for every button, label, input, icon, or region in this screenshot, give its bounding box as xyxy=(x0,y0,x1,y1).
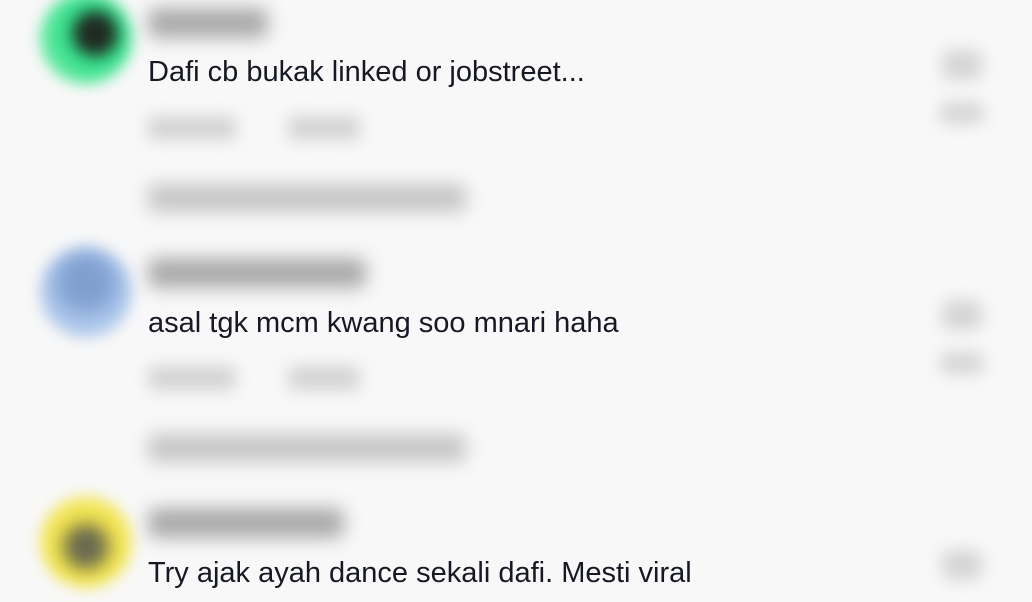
heart-icon[interactable] xyxy=(942,300,982,330)
comment-username[interactable] xyxy=(148,508,344,538)
avatar[interactable] xyxy=(40,496,132,588)
comment-text: Dafi cb bukak linked or jobstreet... xyxy=(148,56,585,88)
comment-timestamp xyxy=(148,366,236,390)
comment-username[interactable] xyxy=(148,8,268,38)
reply-button[interactable] xyxy=(288,366,360,390)
avatar[interactable] xyxy=(40,0,132,84)
comment-username[interactable] xyxy=(148,258,366,288)
comment-text: Try ajak ayah dance sekali dafi. Mesti v… xyxy=(148,557,692,589)
like-count xyxy=(940,102,984,124)
view-replies-link[interactable] xyxy=(148,184,466,212)
comment-timestamp xyxy=(148,116,236,140)
heart-icon[interactable] xyxy=(942,550,982,580)
like-count xyxy=(940,352,984,374)
view-replies-link[interactable] xyxy=(148,434,466,462)
avatar[interactable] xyxy=(40,246,132,338)
heart-icon[interactable] xyxy=(942,50,982,80)
reply-button[interactable] xyxy=(288,116,360,140)
comment-text: asal tgk mcm kwang soo mnari haha xyxy=(148,307,619,339)
